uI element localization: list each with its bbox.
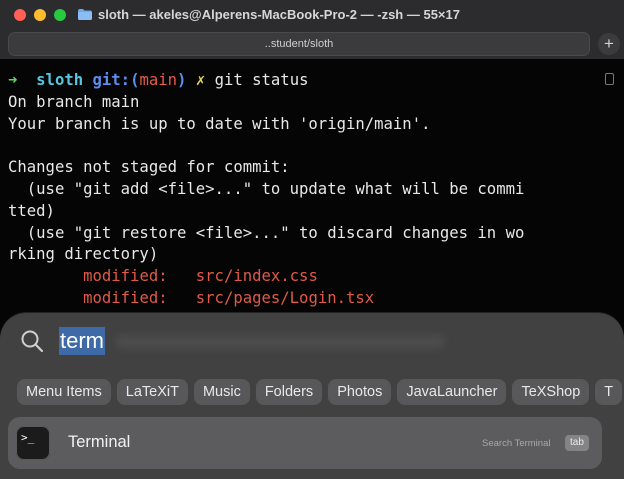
spotlight-search-row[interactable]: term bbox=[0, 313, 624, 371]
new-tab-button[interactable]: + bbox=[598, 33, 620, 55]
category-chip[interactable]: Folders bbox=[255, 379, 323, 405]
prompt-line: ➜ sloth git:(main) ✗ git status bbox=[8, 70, 624, 92]
minimize-button[interactable] bbox=[34, 8, 46, 21]
modified-path: src/index.css bbox=[195, 267, 318, 286]
result-hint: Search Terminal bbox=[482, 438, 551, 449]
window-title: sloth — akeles@Alperens-MacBook-Pro-2 — … bbox=[78, 7, 460, 22]
prompt-directory: sloth bbox=[36, 71, 84, 89]
modified-path: src/pages/Login.tsx bbox=[195, 288, 375, 307]
output-line: On branch main bbox=[8, 92, 140, 111]
category-chip[interactable]: JavaLauncher bbox=[397, 379, 507, 405]
title-bar: sloth — akeles@Alperens-MacBook-Pro-2 — … bbox=[0, 0, 624, 29]
category-chip[interactable]: Menu Items bbox=[17, 379, 111, 405]
dirty-mark: ✗ bbox=[195, 71, 206, 89]
git-branch: main bbox=[139, 71, 178, 89]
output-line: (use "git add <file>..." to update what … bbox=[8, 179, 525, 198]
terminal-app-glyph: >_ bbox=[21, 431, 35, 444]
command: git status bbox=[214, 71, 309, 89]
window-title-text: sloth — akeles@Alperens-MacBook-Pro-2 — … bbox=[98, 7, 460, 22]
modified-label: modified: bbox=[83, 288, 168, 307]
git-prefix: git:( bbox=[92, 71, 140, 89]
close-button[interactable] bbox=[14, 8, 26, 21]
window-controls bbox=[14, 8, 66, 21]
modified-line: modified: src/pages/Login.tsx bbox=[8, 288, 624, 310]
result-terminal[interactable]: >_ Terminal Search Terminal tab bbox=[8, 417, 602, 469]
prompt-arrow-icon: ➜ bbox=[8, 71, 18, 89]
search-input[interactable]: term bbox=[59, 327, 105, 355]
result-name: Terminal bbox=[68, 433, 131, 451]
search-icon bbox=[21, 330, 44, 353]
category-chip[interactable]: Music bbox=[193, 379, 250, 405]
output-line: (use "git restore <file>..." to discard … bbox=[8, 223, 525, 242]
output-line: Your branch is up to date with 'origin/m… bbox=[8, 114, 431, 133]
output-line: tted) bbox=[8, 201, 55, 220]
modified-label: modified: bbox=[83, 267, 168, 286]
tab-label: ..student/sloth bbox=[264, 38, 334, 50]
category-bar: Menu Items LaTeXiT Music Folders Photos … bbox=[17, 379, 624, 405]
output-line: Changes not staged for commit: bbox=[8, 158, 290, 177]
output-line: rking directory) bbox=[8, 245, 159, 264]
zoom-button[interactable] bbox=[54, 8, 66, 21]
category-chip[interactable]: LaTeXiT bbox=[116, 379, 188, 405]
git-suffix: ) bbox=[177, 71, 187, 89]
folder-icon bbox=[78, 9, 92, 20]
category-chip[interactable]: Photos bbox=[328, 379, 392, 405]
category-chip[interactable]: T bbox=[595, 379, 623, 405]
query-suggestion-blur bbox=[115, 335, 445, 349]
tab-sloth[interactable]: ..student/sloth bbox=[8, 32, 590, 56]
modified-line: modified: src/index.css bbox=[8, 266, 624, 288]
spotlight-panel: term Menu Items LaTeXiT Music Folders Ph… bbox=[0, 313, 624, 479]
category-chip[interactable]: TeXShop bbox=[512, 379, 590, 405]
scroll-marker-icon bbox=[605, 73, 614, 85]
tab-key-badge: tab bbox=[565, 435, 589, 451]
terminal-app-icon: >_ bbox=[16, 426, 50, 460]
tab-bar: ..student/sloth + bbox=[0, 29, 624, 59]
